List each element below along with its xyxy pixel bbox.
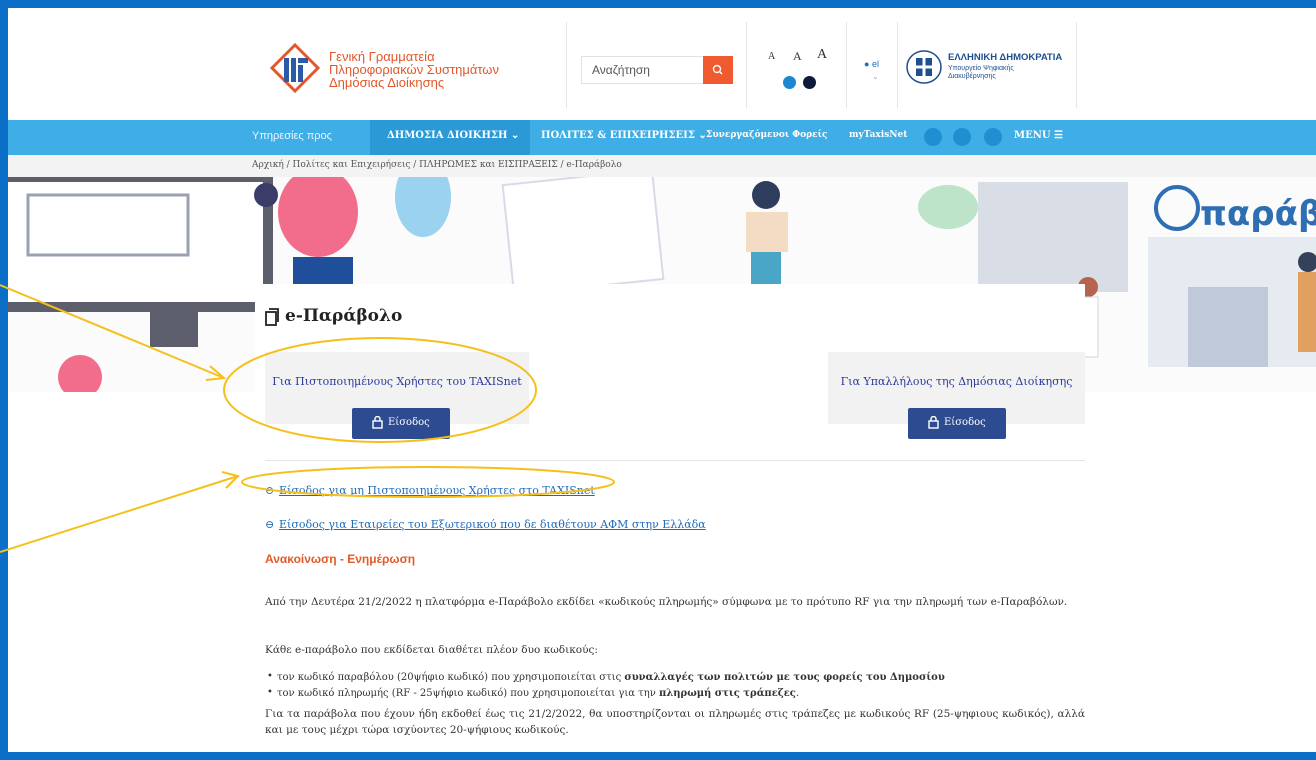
highlight-ellipse-certified (223, 337, 537, 443)
annotation-arrowhead-1 (205, 365, 227, 381)
annotation-arrow-2 (0, 475, 239, 553)
highlight-ellipse-noncertified (241, 466, 615, 498)
annotation-overlay (0, 284, 615, 553)
annotation-arrow-1 (0, 284, 225, 379)
